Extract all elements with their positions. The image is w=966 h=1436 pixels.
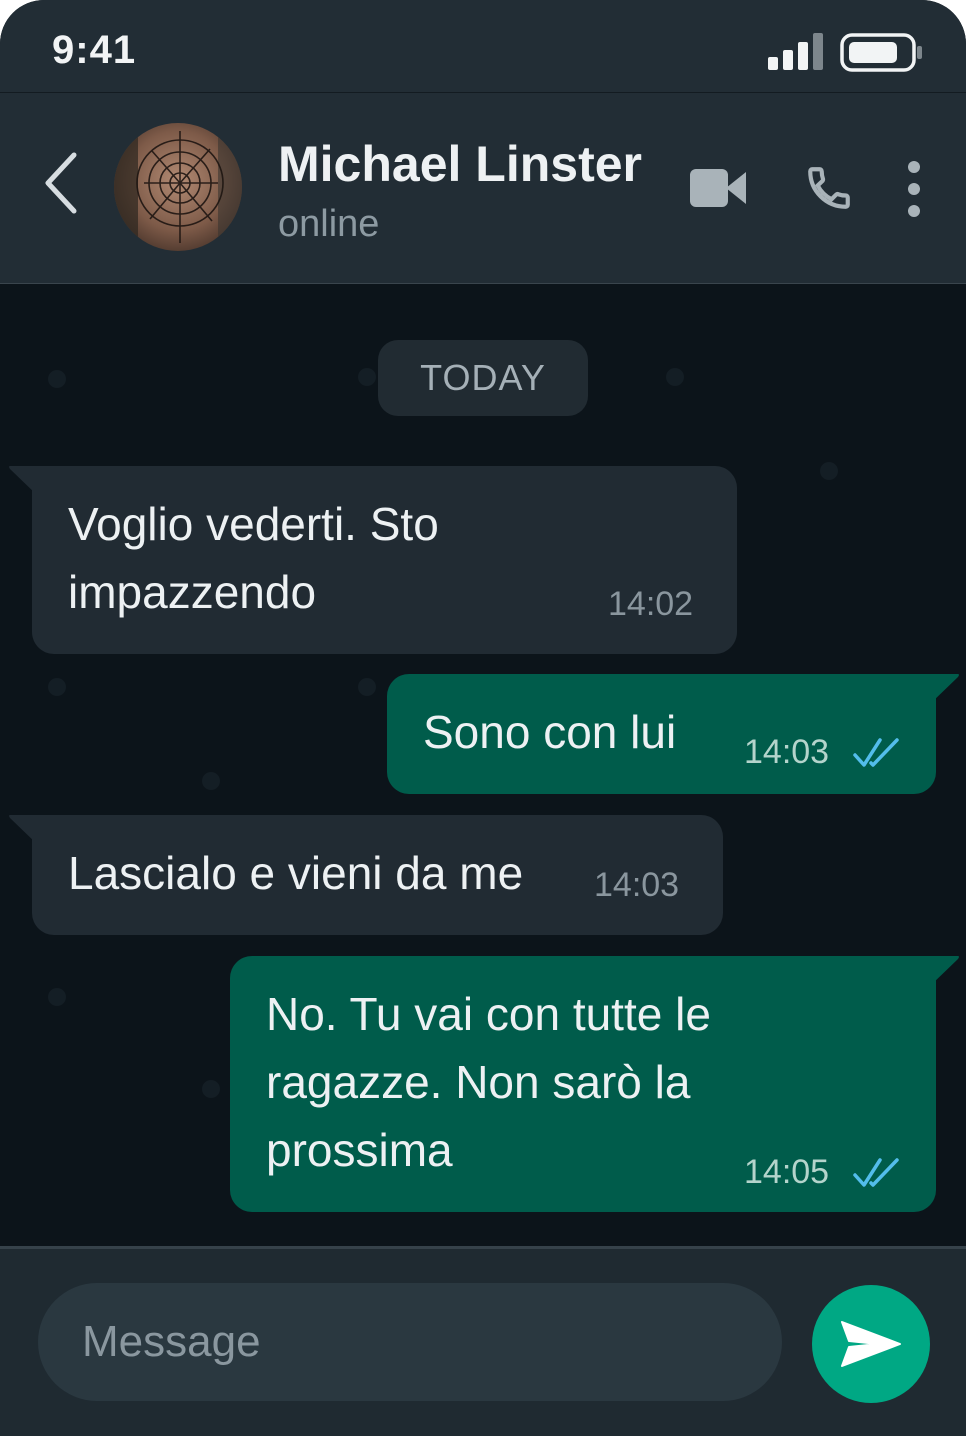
wallpaper-dot <box>48 988 66 1006</box>
video-camera-icon[interactable] <box>690 163 746 213</box>
wallpaper-dot <box>820 462 838 480</box>
more-vertical-icon[interactable] <box>900 159 928 219</box>
contact-name[interactable]: Michael Linster <box>278 135 642 193</box>
bubble-tail <box>930 956 959 986</box>
wallpaper-dot <box>202 772 220 790</box>
date-separator: TODAY <box>378 340 588 416</box>
wallpaper-dot <box>202 1080 220 1098</box>
chat-area[interactable]: TODAY Voglio vederti. Sto impazzendo 14:… <box>0 284 966 1246</box>
outgoing-message[interactable]: Sono con lui 14:03 <box>387 674 959 794</box>
bubble-tail <box>930 674 959 704</box>
bubble-tail <box>9 815 38 845</box>
message-time: 14:05 <box>744 1153 830 1191</box>
message-time: 14:02 <box>608 585 694 623</box>
chat-header: Michael Linster online <box>0 92 966 285</box>
message-time: 14:03 <box>594 866 680 904</box>
spiderweb-tattoo-image <box>114 123 242 251</box>
send-button[interactable] <box>812 1285 930 1403</box>
message-line: Voglio vederti. Sto <box>68 498 439 550</box>
wallpaper-dot <box>666 368 684 386</box>
message-text: Sono con lui <box>423 698 676 766</box>
bubble-tail <box>9 466 38 496</box>
wallpaper-dot <box>358 368 376 386</box>
wallpaper-dot <box>48 678 66 696</box>
double-check-icon <box>853 1158 899 1187</box>
avatar[interactable] <box>114 123 242 251</box>
message-text: No. Tu vai con tutte le ragazze. Non sar… <box>266 980 711 1184</box>
contact-status: online <box>278 203 380 245</box>
message-line: No. Tu vai con tutte le <box>266 988 711 1040</box>
send-icon <box>841 1321 901 1367</box>
phone-screen: 9:41 Michael Linster online TODAY Voglio… <box>0 0 966 1436</box>
signal-icon <box>768 33 823 70</box>
message-line: ragazze. Non sarò la <box>266 1056 691 1108</box>
status-time: 9:41 <box>52 28 137 72</box>
message-time: 14:03 <box>744 733 830 771</box>
chevron-left-icon[interactable] <box>40 151 84 215</box>
message-text: Lascialo e vieni da me <box>68 839 523 907</box>
phone-icon[interactable] <box>804 163 854 213</box>
double-check-icon <box>853 738 899 767</box>
status-bar: 9:41 <box>0 0 966 92</box>
outgoing-message[interactable]: No. Tu vai con tutte le ragazze. Non sar… <box>230 956 959 1212</box>
message-line: Lascialo e vieni da me <box>68 847 524 899</box>
incoming-message[interactable]: Lascialo e vieni da me 14:03 <box>9 815 723 935</box>
message-input[interactable] <box>38 1283 782 1401</box>
message-text: Voglio vederti. Sto impazzendo <box>68 490 439 626</box>
message-line: impazzendo <box>68 566 317 618</box>
composer-bar <box>0 1246 966 1436</box>
wallpaper-dot <box>358 678 376 696</box>
battery-icon <box>840 33 922 72</box>
message-line: Sono con lui <box>423 706 677 758</box>
wallpaper-dot <box>48 370 66 388</box>
incoming-message[interactable]: Voglio vederti. Sto impazzendo 14:02 <box>9 466 737 654</box>
message-line: prossima <box>266 1124 453 1176</box>
